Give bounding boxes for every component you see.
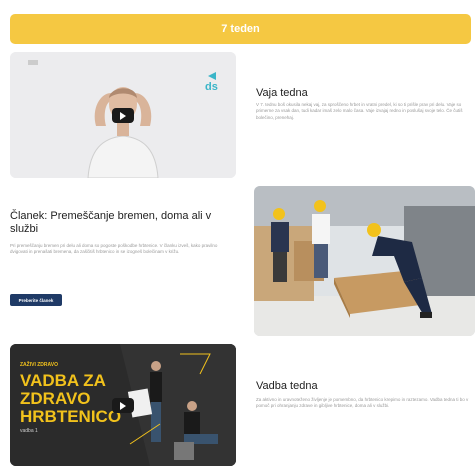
warehouse-lifting-photo [254,186,475,336]
brand-badge: ds [205,81,218,93]
workout-description: Za aktivno in uravnoteženo življenje je … [256,397,469,409]
read-article-label: Preberite članek [18,297,54,303]
read-article-button[interactable]: Preberite članek [10,294,62,306]
video-subtitle: vadba 1 [20,428,38,434]
week-banner[interactable]: 7 teden [10,14,471,44]
video-title-line-3: HRBTENICO [20,407,121,426]
video-title-line-2: ZDRAVO [20,389,91,408]
exercise-description: V 7. tednu boš okusila nekaj vaj, za spr… [256,102,463,120]
exercise-title: Vaja tedna [256,87,308,99]
article-title: Članek: Premeščanje bremen, doma ali v s… [10,210,212,235]
play-icon[interactable] [112,398,134,413]
workers-lifting-boxes-illustration [254,186,475,336]
video-kicker: ZAŽIVI ZDRAVO [20,360,58,368]
article-description: Pri premeščanju bremen pri delu ali doma… [10,243,218,255]
play-icon[interactable] [112,108,134,123]
video-title-line-1: VADBA ZA [20,371,106,390]
week-banner-label: 7 teden [221,23,260,35]
training-video-thumbnail[interactable]: ZAŽIVI ZDRAVO VADBA ZA ZDRAVO HRBTENICO … [10,344,236,466]
exercise-video-thumbnail[interactable]: ds [10,52,236,178]
workout-title: Vadba tedna [256,380,318,392]
